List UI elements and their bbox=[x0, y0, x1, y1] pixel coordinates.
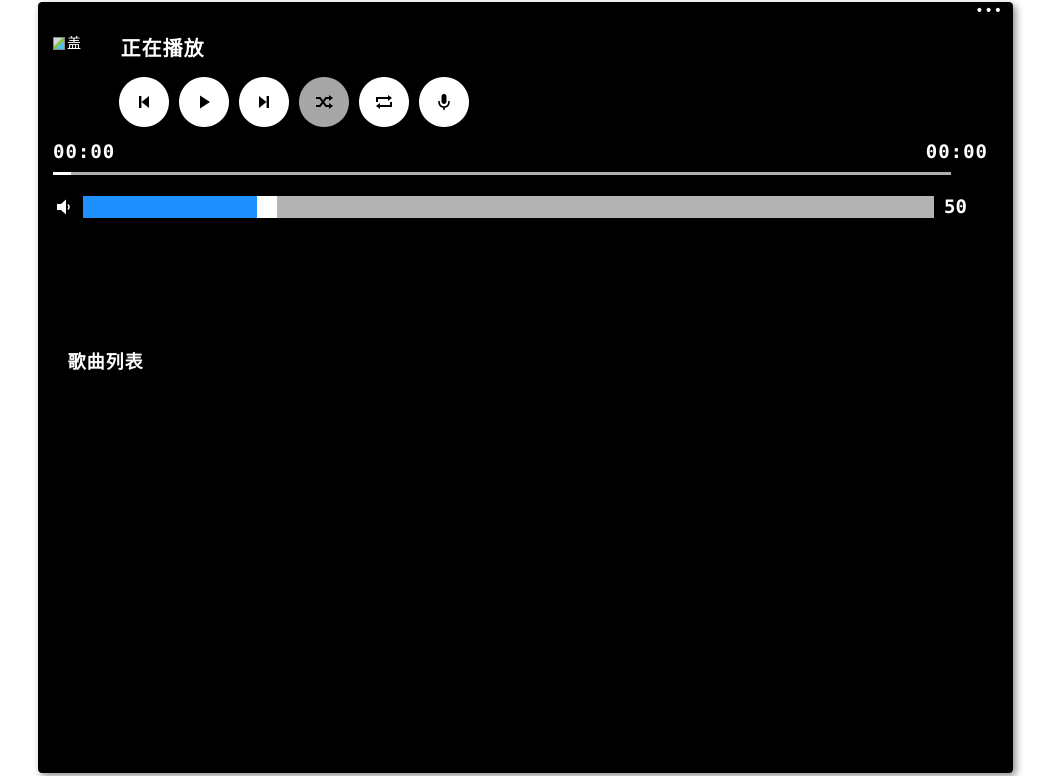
total-time: 00:00 bbox=[925, 141, 988, 163]
volume-slider-thumb[interactable] bbox=[257, 196, 277, 218]
volume-icon[interactable] bbox=[56, 198, 72, 216]
microphone-button[interactable] bbox=[419, 77, 469, 127]
shuffle-button[interactable] bbox=[299, 77, 349, 127]
album-cover-alt-text: 盖 bbox=[67, 36, 81, 52]
previous-button[interactable] bbox=[119, 77, 169, 127]
play-button[interactable] bbox=[179, 77, 229, 127]
now-playing-title: 正在播放 bbox=[121, 36, 205, 60]
playback-controls bbox=[119, 77, 469, 127]
play-icon bbox=[200, 95, 210, 109]
repeat-icon bbox=[376, 95, 392, 109]
music-player: ••• 盖 正在播放 00:00 00:00 50 歌曲列表 bbox=[38, 2, 1013, 773]
repeat-button[interactable] bbox=[359, 77, 409, 127]
playlist-title: 歌曲列表 bbox=[68, 352, 144, 373]
skip-next-icon bbox=[259, 96, 269, 108]
volume-slider-fill bbox=[83, 196, 257, 218]
volume-value: 50 bbox=[944, 196, 967, 218]
album-cover-image: 盖 bbox=[53, 31, 93, 55]
shuffle-icon bbox=[316, 95, 333, 109]
next-button[interactable] bbox=[239, 77, 289, 127]
microphone-icon bbox=[438, 94, 450, 110]
volume-slider[interactable] bbox=[83, 196, 934, 218]
current-time: 00:00 bbox=[53, 141, 116, 163]
more-options-button[interactable]: ••• bbox=[975, 2, 1003, 20]
skip-previous-icon bbox=[139, 96, 149, 108]
progress-bar-fill bbox=[53, 172, 71, 175]
broken-image-icon bbox=[53, 36, 65, 50]
progress-bar[interactable] bbox=[53, 172, 951, 175]
